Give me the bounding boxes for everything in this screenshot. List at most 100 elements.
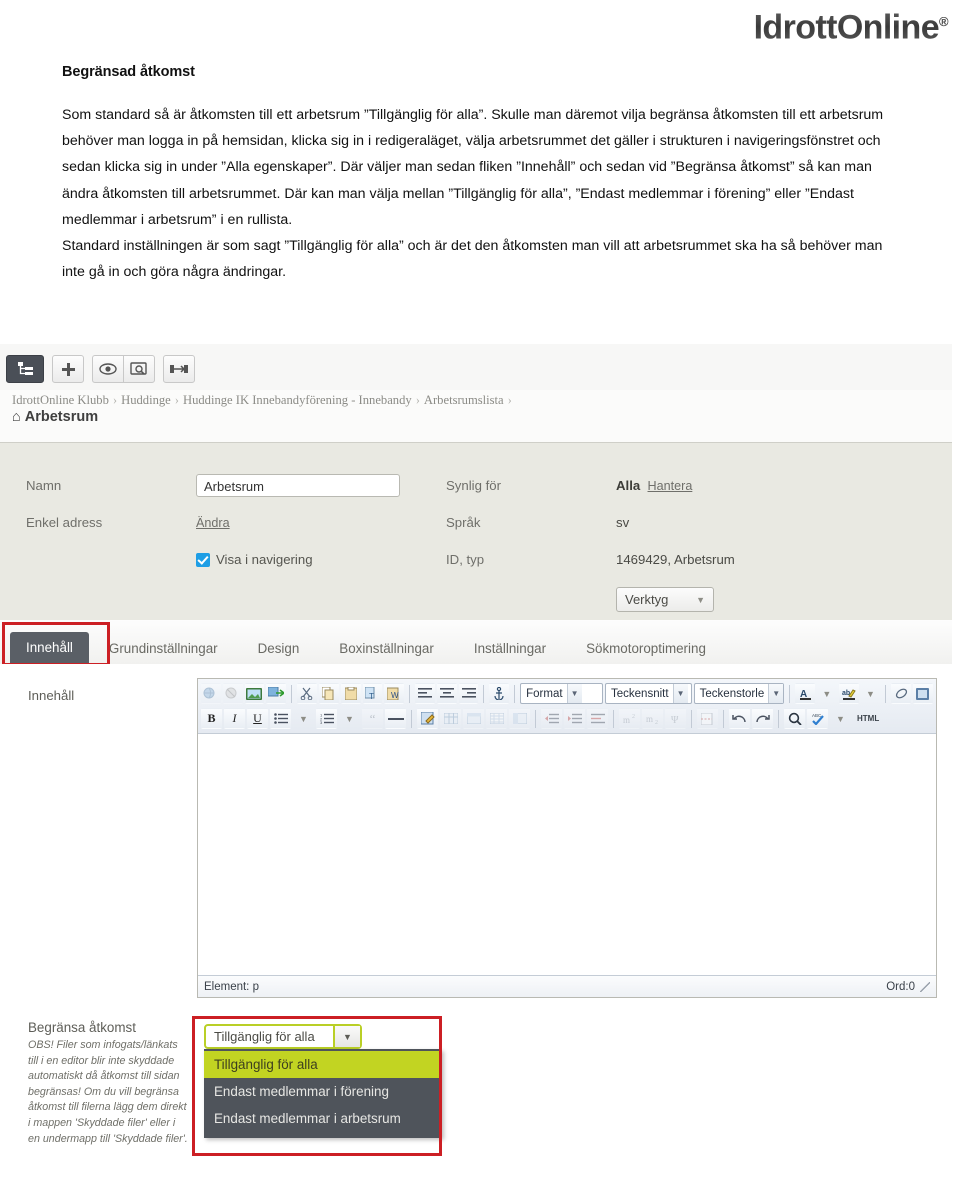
brand-name: IdrottOnline (753, 8, 940, 47)
insert-media-icon[interactable] (266, 683, 287, 704)
toolbar-separator (691, 709, 692, 728)
tab-design[interactable]: Design (238, 634, 320, 664)
table-grid-icon[interactable] (486, 708, 507, 729)
redo-icon[interactable] (752, 708, 773, 729)
undo-icon[interactable] (729, 708, 750, 729)
svg-text:T: T (369, 692, 374, 700)
special-char-icon[interactable]: Ψ (665, 708, 686, 729)
bullet-list-icon[interactable] (270, 708, 291, 729)
align-left-icon[interactable] (415, 683, 435, 704)
blockquote-icon[interactable]: “ (362, 708, 383, 729)
enkel-adress-edit-link[interactable]: Ändra (196, 516, 230, 530)
breadcrumb-separator: › (174, 393, 179, 407)
home-icon: ⌂ (12, 409, 21, 425)
plus-icon[interactable] (52, 355, 84, 383)
underline-icon[interactable]: U (247, 708, 268, 729)
highlight-color-icon[interactable]: ab (838, 683, 859, 704)
unlink-icon[interactable] (222, 683, 243, 704)
brand-logo: IdrottOnline® (753, 2, 949, 47)
document-text: Begränsad åtkomst Som standard så är åtk… (62, 64, 900, 285)
editor-word-count: Ord:0 (886, 980, 915, 993)
synlig-for-value: Alla (616, 478, 641, 493)
search-icon[interactable] (784, 708, 805, 729)
field-synlig-for: Synlig för Alla Hantera (446, 467, 952, 504)
copy-icon[interactable] (318, 683, 339, 704)
paste-from-word-icon[interactable]: W (384, 683, 405, 704)
paste-as-text-icon[interactable]: T (362, 683, 383, 704)
svg-text:m: m (623, 715, 630, 724)
bold-icon[interactable]: B (201, 708, 222, 729)
numbered-list-dropdown-icon[interactable]: ▼ (339, 708, 360, 729)
field-label-namn: Namn (26, 478, 62, 493)
italic-icon[interactable]: I (224, 708, 245, 729)
subscript-icon[interactable]: m2 (642, 708, 663, 729)
fullscreen-icon[interactable] (913, 683, 933, 704)
toolbar-separator (789, 684, 791, 703)
spellcheck-dropdown-icon[interactable]: ▼ (830, 708, 851, 729)
toolbar-separator (514, 684, 516, 703)
field-label-synlig-for: Synlig för (446, 478, 501, 493)
resize-icon[interactable] (163, 355, 195, 383)
synlig-for-value-wrap: Alla Hantera (616, 478, 692, 493)
align-center-icon[interactable] (436, 683, 457, 704)
horizontal-rule-icon[interactable] (385, 708, 406, 729)
access-section: Begränsa åtkomst OBS! Filer som infogats… (0, 1010, 952, 1204)
tab-innehall[interactable]: Innehåll (10, 632, 89, 664)
tab-sokmotoroptimering[interactable]: Sökmotoroptimering (566, 634, 726, 664)
outdent-icon[interactable] (587, 708, 608, 729)
table-insert-icon[interactable] (440, 708, 461, 729)
cut-icon[interactable] (297, 683, 317, 704)
verktyg-dropdown[interactable]: Verktyg ▼ (616, 587, 714, 612)
editor-section: Innehåll T W Format ▼ Teckensnitt ▼ Teck… (0, 664, 952, 1014)
visa-i-navigering-checkbox[interactable] (196, 552, 210, 567)
breadcrumb-item-0[interactable]: IdrottOnline Klubb (12, 393, 109, 407)
paste-icon[interactable] (340, 683, 361, 704)
image-icon[interactable] (244, 683, 265, 704)
text-color-dropdown-icon[interactable]: ▼ (817, 683, 837, 704)
anchor-icon[interactable] (489, 683, 510, 704)
tab-installningar[interactable]: Inställningar (454, 634, 566, 664)
text-color-icon[interactable]: A (795, 683, 815, 704)
access-note-title: Begränsa åtkomst (28, 1020, 136, 1035)
format-select-value: Format (526, 687, 563, 700)
synlig-for-manage-link[interactable]: Hantera (648, 479, 693, 493)
namn-input[interactable]: Arbetsrum (196, 474, 400, 497)
indent-decrease-icon[interactable] (541, 708, 562, 729)
font-select[interactable]: Teckensnitt ▼ (605, 683, 692, 704)
structure-icon[interactable] (6, 355, 44, 383)
numbered-list-icon[interactable]: 123 (316, 708, 337, 729)
toolbar-separator (885, 684, 887, 703)
table-properties-icon[interactable] (463, 708, 484, 729)
toolbar-separator (613, 709, 614, 728)
resize-grip-icon[interactable] (920, 981, 930, 992)
superscript-icon[interactable]: m2 (619, 708, 640, 729)
html-source-button[interactable]: HTML (853, 708, 883, 729)
breadcrumb-item-3[interactable]: Arbetsrumslista (424, 393, 504, 407)
breadcrumb-item-1[interactable]: Huddinge (121, 393, 171, 407)
remove-format-icon[interactable] (891, 683, 912, 704)
format-select[interactable]: Format ▼ (520, 683, 604, 704)
field-namn: Namn Arbetsrum (26, 467, 446, 504)
table-cell-icon[interactable] (509, 708, 530, 729)
svg-text:2: 2 (655, 720, 658, 724)
page-break-icon[interactable] (697, 708, 718, 729)
indent-increase-icon[interactable] (564, 708, 585, 729)
globe-link-icon[interactable] (201, 683, 221, 704)
highlight-color-dropdown-icon[interactable]: ▼ (861, 683, 881, 704)
align-right-icon[interactable] (458, 683, 479, 704)
visa-i-navigering-label: Visa i navigering (216, 552, 313, 567)
tab-boxinstallningar[interactable]: Boxinställningar (319, 634, 454, 664)
chevron-down-icon: ▼ (696, 594, 705, 605)
breadcrumb-item-2[interactable]: Huddinge IK Innebandyförening - Inneband… (183, 393, 412, 407)
bullet-list-dropdown-icon[interactable]: ▼ (293, 708, 314, 729)
editor-content-area[interactable] (198, 734, 936, 975)
rich-text-editor: T W Format ▼ Teckensnitt ▼ Teckenstorle … (197, 678, 937, 998)
edit-source-icon[interactable] (417, 708, 438, 729)
field-label-id-typ: ID, typ (446, 552, 485, 567)
preview-search-icon[interactable] (123, 355, 155, 383)
eye-icon[interactable] (92, 355, 123, 383)
spellcheck-icon[interactable]: ABC (807, 708, 828, 729)
fontsize-select[interactable]: Teckenstorle ▼ (693, 683, 785, 704)
tab-grundinstallningar[interactable]: Grundinställningar (89, 634, 238, 664)
editor-element-path: Element: p (204, 980, 259, 993)
